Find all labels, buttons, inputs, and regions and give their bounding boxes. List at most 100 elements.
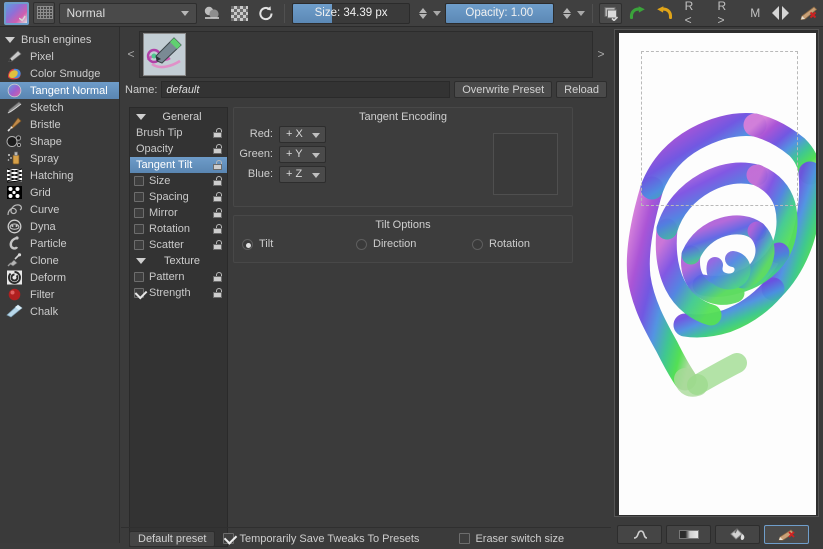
checkbox-unchecked-icon[interactable] <box>134 192 144 202</box>
tilt-option-tilt[interactable]: Tilt <box>242 238 273 250</box>
eraser-clear-icon[interactable] <box>764 525 809 544</box>
option-row-scatter[interactable]: Scatter <box>130 237 227 253</box>
temporarily-save-tweaks-checkbox[interactable]: Temporarily Save Tweaks To Presets <box>223 533 419 545</box>
option-row-strength[interactable]: Strength <box>130 285 227 301</box>
lock-icon[interactable] <box>213 192 222 202</box>
lock-icon[interactable] <box>213 160 222 170</box>
chevron-down-icon[interactable] <box>312 152 320 158</box>
lock-icon[interactable] <box>213 208 222 218</box>
engine-item-dyna[interactable]: Dyna <box>0 218 119 235</box>
gradient-fill-icon[interactable] <box>666 525 711 544</box>
option-row-mirror[interactable]: Mirror <box>130 205 227 221</box>
triangle-down-icon[interactable] <box>136 258 146 264</box>
size-spinner[interactable] <box>414 3 442 24</box>
lock-icon[interactable] <box>213 272 222 282</box>
lock-icon[interactable] <box>213 224 222 234</box>
engine-item-pixel[interactable]: Pixel <box>0 48 119 65</box>
engine-item-spray[interactable]: Spray <box>0 150 119 167</box>
engine-item-grid[interactable]: Grid <box>0 184 119 201</box>
chevron-down-icon[interactable] <box>312 132 320 138</box>
reload-preset-button[interactable]: Reload <box>556 81 607 98</box>
paint-bucket-icon[interactable] <box>715 525 760 544</box>
checkbox-unchecked-icon[interactable] <box>134 272 144 282</box>
radio-selected-icon[interactable] <box>242 238 253 250</box>
engine-item-deform[interactable]: Deform <box>0 269 119 286</box>
tilt-option-direction[interactable]: Direction <box>356 238 416 250</box>
scribble-stroke-icon[interactable] <box>617 525 662 544</box>
eraser-switch-size-checkbox[interactable]: Eraser switch size <box>459 533 564 545</box>
lock-icon[interactable] <box>213 144 222 154</box>
radio-unselected-icon[interactable] <box>472 238 483 250</box>
undo-icon[interactable] <box>653 3 676 24</box>
lock-icon[interactable] <box>213 128 222 138</box>
option-group-general[interactable]: General <box>130 109 227 125</box>
scratchpad-canvas[interactable] <box>619 33 816 515</box>
engine-item-bristle[interactable]: Bristle <box>0 116 119 133</box>
chevron-down-icon[interactable] <box>419 13 428 19</box>
reset-rotation-icon[interactable] <box>254 3 277 24</box>
brush-size-slider[interactable]: Size: 34.39 px <box>292 2 411 24</box>
encoding-axis-combo-green[interactable]: + Y <box>279 145 326 163</box>
checkbox-unchecked-icon[interactable] <box>134 224 144 234</box>
engine-item-tangent-normal[interactable]: Tangent Normal <box>0 82 119 99</box>
pattern-chooser-icon[interactable] <box>32 2 56 24</box>
preset-prev-button[interactable]: < <box>125 47 137 61</box>
size-stepper[interactable] <box>414 3 432 24</box>
engine-item-sketch[interactable]: Sketch <box>0 99 119 116</box>
option-row-tangent-tilt[interactable]: Tangent Tilt <box>130 157 227 173</box>
lock-icon[interactable] <box>213 240 222 250</box>
engine-item-color-smudge[interactable]: Color Smudge <box>0 65 119 82</box>
engine-item-filter[interactable]: Filter <box>0 286 119 303</box>
rotate-canvas-right-button[interactable]: R > <box>712 0 741 27</box>
checkbox-unchecked-icon[interactable] <box>134 176 144 186</box>
engine-item-particle[interactable]: Particle <box>0 235 119 252</box>
mirror-horizontal-icon[interactable] <box>770 3 793 24</box>
fill-gradient-icon[interactable] <box>201 3 224 24</box>
lock-icon[interactable] <box>213 176 222 186</box>
chevron-down-icon[interactable] <box>312 172 320 178</box>
preset-name-input[interactable] <box>161 81 451 98</box>
option-row-rotation[interactable]: Rotation <box>130 221 227 237</box>
chevron-down-icon[interactable] <box>562 13 571 19</box>
tangent-normal-preset-thumbnail[interactable] <box>143 32 186 76</box>
engine-item-clone[interactable]: Clone <box>0 252 119 269</box>
brush-opacity-slider[interactable]: Opacity: 1.00 <box>445 2 554 24</box>
option-row-brush-tip[interactable]: Brush Tip <box>130 125 227 141</box>
option-group-texture[interactable]: Texture <box>130 253 227 269</box>
redo-icon[interactable] <box>626 3 649 24</box>
checkbox-unchecked-icon[interactable] <box>134 240 144 250</box>
overwrite-preset-button[interactable]: Overwrite Preset <box>454 81 553 98</box>
engine-item-curve[interactable]: Curve <box>0 201 119 218</box>
foreground-color-swatch[interactable] <box>4 1 29 25</box>
preset-next-button[interactable]: > <box>595 47 607 61</box>
blend-mode-combo[interactable]: Normal <box>59 2 197 24</box>
pattern-fill-icon[interactable] <box>228 3 251 24</box>
size-options-chevron-icon[interactable] <box>433 10 442 16</box>
lock-icon[interactable] <box>213 288 222 298</box>
checkbox-unchecked-icon[interactable] <box>134 208 144 218</box>
checkbox-checked-icon[interactable] <box>223 533 235 544</box>
brush-engines-header[interactable]: Brush engines <box>0 31 119 48</box>
option-row-size[interactable]: Size <box>130 173 227 189</box>
triangle-down-icon[interactable] <box>136 114 146 120</box>
opacity-stepper[interactable] <box>558 3 576 24</box>
encoding-axis-combo-blue[interactable]: + Z <box>279 165 326 183</box>
brush-preset-chooser-icon[interactable] <box>599 2 623 24</box>
preset-thumbnail-list[interactable] <box>139 30 593 78</box>
option-row-opacity[interactable]: Opacity <box>130 141 227 157</box>
engine-item-hatching[interactable]: Hatching <box>0 167 119 184</box>
opacity-options-chevron-icon[interactable] <box>576 10 585 16</box>
tilt-option-rotation[interactable]: Rotation <box>472 238 530 250</box>
checkbox-checked-icon[interactable] <box>134 288 144 298</box>
chevron-up-icon[interactable] <box>562 7 571 13</box>
engine-item-chalk[interactable]: Chalk <box>0 303 119 320</box>
chevron-up-icon[interactable] <box>419 7 428 13</box>
eraser-brush-icon[interactable] <box>796 3 819 24</box>
option-row-spacing[interactable]: Spacing <box>130 189 227 205</box>
opacity-spinner[interactable] <box>558 3 585 24</box>
radio-unselected-icon[interactable] <box>356 238 367 250</box>
default-preset-button[interactable]: Default preset <box>129 530 216 547</box>
engine-item-shape[interactable]: Shape <box>0 133 119 150</box>
mirror-toggle-button[interactable]: M <box>745 6 765 20</box>
rotate-canvas-left-button[interactable]: R < <box>680 0 709 27</box>
